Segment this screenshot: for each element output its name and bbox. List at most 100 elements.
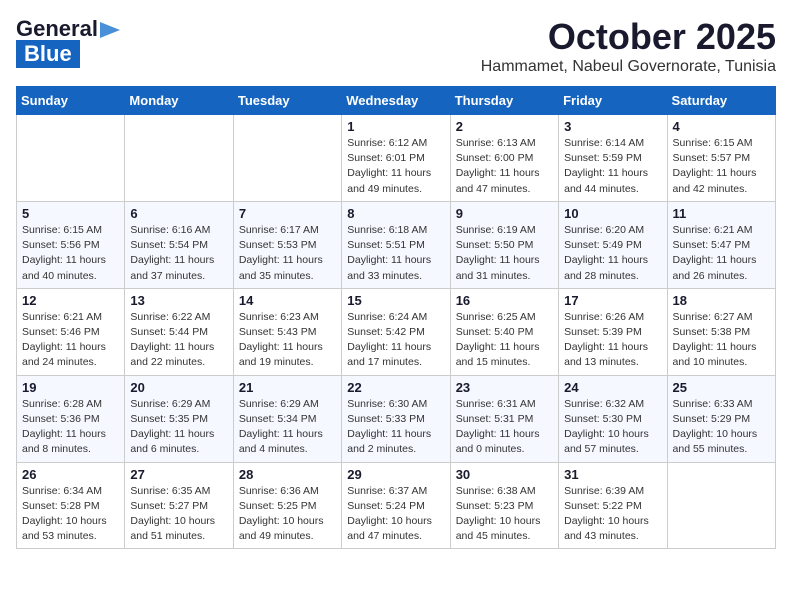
day-number: 28 bbox=[239, 467, 336, 482]
day-number: 6 bbox=[130, 206, 227, 221]
day-detail: Sunrise: 6:27 AMSunset: 5:38 PMDaylight:… bbox=[673, 311, 757, 369]
day-number: 16 bbox=[456, 293, 553, 308]
table-row: 5 Sunrise: 6:15 AMSunset: 5:56 PMDayligh… bbox=[17, 201, 125, 288]
col-saturday: Saturday bbox=[667, 87, 775, 115]
day-detail: Sunrise: 6:20 AMSunset: 5:49 PMDaylight:… bbox=[564, 224, 648, 282]
col-sunday: Sunday bbox=[17, 87, 125, 115]
day-detail: Sunrise: 6:32 AMSunset: 5:30 PMDaylight:… bbox=[564, 398, 649, 456]
day-number: 12 bbox=[22, 293, 119, 308]
day-detail: Sunrise: 6:22 AMSunset: 5:44 PMDaylight:… bbox=[130, 311, 214, 369]
day-detail: Sunrise: 6:31 AMSunset: 5:31 PMDaylight:… bbox=[456, 398, 540, 456]
day-detail: Sunrise: 6:18 AMSunset: 5:51 PMDaylight:… bbox=[347, 224, 431, 282]
table-row: 6 Sunrise: 6:16 AMSunset: 5:54 PMDayligh… bbox=[125, 201, 233, 288]
title-block: October 2025 Hammamet, Nabeul Governorat… bbox=[481, 16, 776, 76]
day-detail: Sunrise: 6:36 AMSunset: 5:25 PMDaylight:… bbox=[239, 485, 324, 543]
day-detail: Sunrise: 6:15 AMSunset: 5:57 PMDaylight:… bbox=[673, 137, 757, 195]
month-title: October 2025 bbox=[481, 16, 776, 58]
day-number: 22 bbox=[347, 380, 444, 395]
table-row: 3 Sunrise: 6:14 AMSunset: 5:59 PMDayligh… bbox=[559, 115, 667, 202]
table-row: 12 Sunrise: 6:21 AMSunset: 5:46 PMDaylig… bbox=[17, 288, 125, 375]
day-number: 25 bbox=[673, 380, 770, 395]
day-detail: Sunrise: 6:19 AMSunset: 5:50 PMDaylight:… bbox=[456, 224, 540, 282]
day-detail: Sunrise: 6:25 AMSunset: 5:40 PMDaylight:… bbox=[456, 311, 540, 369]
day-detail: Sunrise: 6:14 AMSunset: 5:59 PMDaylight:… bbox=[564, 137, 648, 195]
table-row: 10 Sunrise: 6:20 AMSunset: 5:49 PMDaylig… bbox=[559, 201, 667, 288]
day-detail: Sunrise: 6:26 AMSunset: 5:39 PMDaylight:… bbox=[564, 311, 648, 369]
day-detail: Sunrise: 6:35 AMSunset: 5:27 PMDaylight:… bbox=[130, 485, 215, 543]
day-number: 11 bbox=[673, 206, 770, 221]
day-number: 18 bbox=[673, 293, 770, 308]
day-detail: Sunrise: 6:24 AMSunset: 5:42 PMDaylight:… bbox=[347, 311, 431, 369]
table-row: 29 Sunrise: 6:37 AMSunset: 5:24 PMDaylig… bbox=[342, 462, 450, 549]
day-detail: Sunrise: 6:12 AMSunset: 6:01 PMDaylight:… bbox=[347, 137, 431, 195]
day-number: 27 bbox=[130, 467, 227, 482]
day-detail: Sunrise: 6:21 AMSunset: 5:47 PMDaylight:… bbox=[673, 224, 757, 282]
calendar-week-row: 5 Sunrise: 6:15 AMSunset: 5:56 PMDayligh… bbox=[17, 201, 776, 288]
table-row: 7 Sunrise: 6:17 AMSunset: 5:53 PMDayligh… bbox=[233, 201, 341, 288]
day-number: 29 bbox=[347, 467, 444, 482]
table-row: 24 Sunrise: 6:32 AMSunset: 5:30 PMDaylig… bbox=[559, 375, 667, 462]
day-number: 13 bbox=[130, 293, 227, 308]
table-row: 11 Sunrise: 6:21 AMSunset: 5:47 PMDaylig… bbox=[667, 201, 775, 288]
day-number: 2 bbox=[456, 119, 553, 134]
table-row: 1 Sunrise: 6:12 AMSunset: 6:01 PMDayligh… bbox=[342, 115, 450, 202]
day-detail: Sunrise: 6:30 AMSunset: 5:33 PMDaylight:… bbox=[347, 398, 431, 456]
day-number: 31 bbox=[564, 467, 661, 482]
day-number: 9 bbox=[456, 206, 553, 221]
day-detail: Sunrise: 6:34 AMSunset: 5:28 PMDaylight:… bbox=[22, 485, 107, 543]
day-detail: Sunrise: 6:15 AMSunset: 5:56 PMDaylight:… bbox=[22, 224, 106, 282]
day-number: 1 bbox=[347, 119, 444, 134]
calendar-week-row: 19 Sunrise: 6:28 AMSunset: 5:36 PMDaylig… bbox=[17, 375, 776, 462]
table-row: 28 Sunrise: 6:36 AMSunset: 5:25 PMDaylig… bbox=[233, 462, 341, 549]
table-row: 30 Sunrise: 6:38 AMSunset: 5:23 PMDaylig… bbox=[450, 462, 558, 549]
table-row: 14 Sunrise: 6:23 AMSunset: 5:43 PMDaylig… bbox=[233, 288, 341, 375]
day-number: 8 bbox=[347, 206, 444, 221]
page-header: General Blue October 2025 Hammamet, Nabe… bbox=[16, 16, 776, 76]
col-thursday: Thursday bbox=[450, 87, 558, 115]
day-detail: Sunrise: 6:39 AMSunset: 5:22 PMDaylight:… bbox=[564, 485, 649, 543]
day-detail: Sunrise: 6:38 AMSunset: 5:23 PMDaylight:… bbox=[456, 485, 541, 543]
table-row: 26 Sunrise: 6:34 AMSunset: 5:28 PMDaylig… bbox=[17, 462, 125, 549]
table-row: 20 Sunrise: 6:29 AMSunset: 5:35 PMDaylig… bbox=[125, 375, 233, 462]
day-detail: Sunrise: 6:29 AMSunset: 5:35 PMDaylight:… bbox=[130, 398, 214, 456]
logo-general: General bbox=[16, 16, 98, 42]
calendar-week-row: 1 Sunrise: 6:12 AMSunset: 6:01 PMDayligh… bbox=[17, 115, 776, 202]
table-row bbox=[667, 462, 775, 549]
table-row: 8 Sunrise: 6:18 AMSunset: 5:51 PMDayligh… bbox=[342, 201, 450, 288]
table-row: 22 Sunrise: 6:30 AMSunset: 5:33 PMDaylig… bbox=[342, 375, 450, 462]
table-row: 21 Sunrise: 6:29 AMSunset: 5:34 PMDaylig… bbox=[233, 375, 341, 462]
table-row: 13 Sunrise: 6:22 AMSunset: 5:44 PMDaylig… bbox=[125, 288, 233, 375]
logo: General Blue bbox=[16, 16, 122, 68]
day-number: 30 bbox=[456, 467, 553, 482]
table-row: 16 Sunrise: 6:25 AMSunset: 5:40 PMDaylig… bbox=[450, 288, 558, 375]
table-row: 19 Sunrise: 6:28 AMSunset: 5:36 PMDaylig… bbox=[17, 375, 125, 462]
col-wednesday: Wednesday bbox=[342, 87, 450, 115]
table-row: 2 Sunrise: 6:13 AMSunset: 6:00 PMDayligh… bbox=[450, 115, 558, 202]
day-number: 21 bbox=[239, 380, 336, 395]
calendar-header-row: Sunday Monday Tuesday Wednesday Thursday… bbox=[17, 87, 776, 115]
table-row: 4 Sunrise: 6:15 AMSunset: 5:57 PMDayligh… bbox=[667, 115, 775, 202]
day-detail: Sunrise: 6:13 AMSunset: 6:00 PMDaylight:… bbox=[456, 137, 540, 195]
table-row bbox=[233, 115, 341, 202]
day-detail: Sunrise: 6:17 AMSunset: 5:53 PMDaylight:… bbox=[239, 224, 323, 282]
day-detail: Sunrise: 6:23 AMSunset: 5:43 PMDaylight:… bbox=[239, 311, 323, 369]
day-number: 4 bbox=[673, 119, 770, 134]
day-number: 20 bbox=[130, 380, 227, 395]
table-row: 25 Sunrise: 6:33 AMSunset: 5:29 PMDaylig… bbox=[667, 375, 775, 462]
day-detail: Sunrise: 6:21 AMSunset: 5:46 PMDaylight:… bbox=[22, 311, 106, 369]
table-row bbox=[17, 115, 125, 202]
calendar-week-row: 26 Sunrise: 6:34 AMSunset: 5:28 PMDaylig… bbox=[17, 462, 776, 549]
day-detail: Sunrise: 6:28 AMSunset: 5:36 PMDaylight:… bbox=[22, 398, 106, 456]
day-number: 5 bbox=[22, 206, 119, 221]
table-row: 17 Sunrise: 6:26 AMSunset: 5:39 PMDaylig… bbox=[559, 288, 667, 375]
day-detail: Sunrise: 6:16 AMSunset: 5:54 PMDaylight:… bbox=[130, 224, 214, 282]
col-monday: Monday bbox=[125, 87, 233, 115]
day-number: 26 bbox=[22, 467, 119, 482]
day-detail: Sunrise: 6:29 AMSunset: 5:34 PMDaylight:… bbox=[239, 398, 323, 456]
table-row bbox=[125, 115, 233, 202]
day-detail: Sunrise: 6:37 AMSunset: 5:24 PMDaylight:… bbox=[347, 485, 432, 543]
day-number: 23 bbox=[456, 380, 553, 395]
day-number: 19 bbox=[22, 380, 119, 395]
table-row: 9 Sunrise: 6:19 AMSunset: 5:50 PMDayligh… bbox=[450, 201, 558, 288]
location-title: Hammamet, Nabeul Governorate, Tunisia bbox=[481, 58, 776, 76]
